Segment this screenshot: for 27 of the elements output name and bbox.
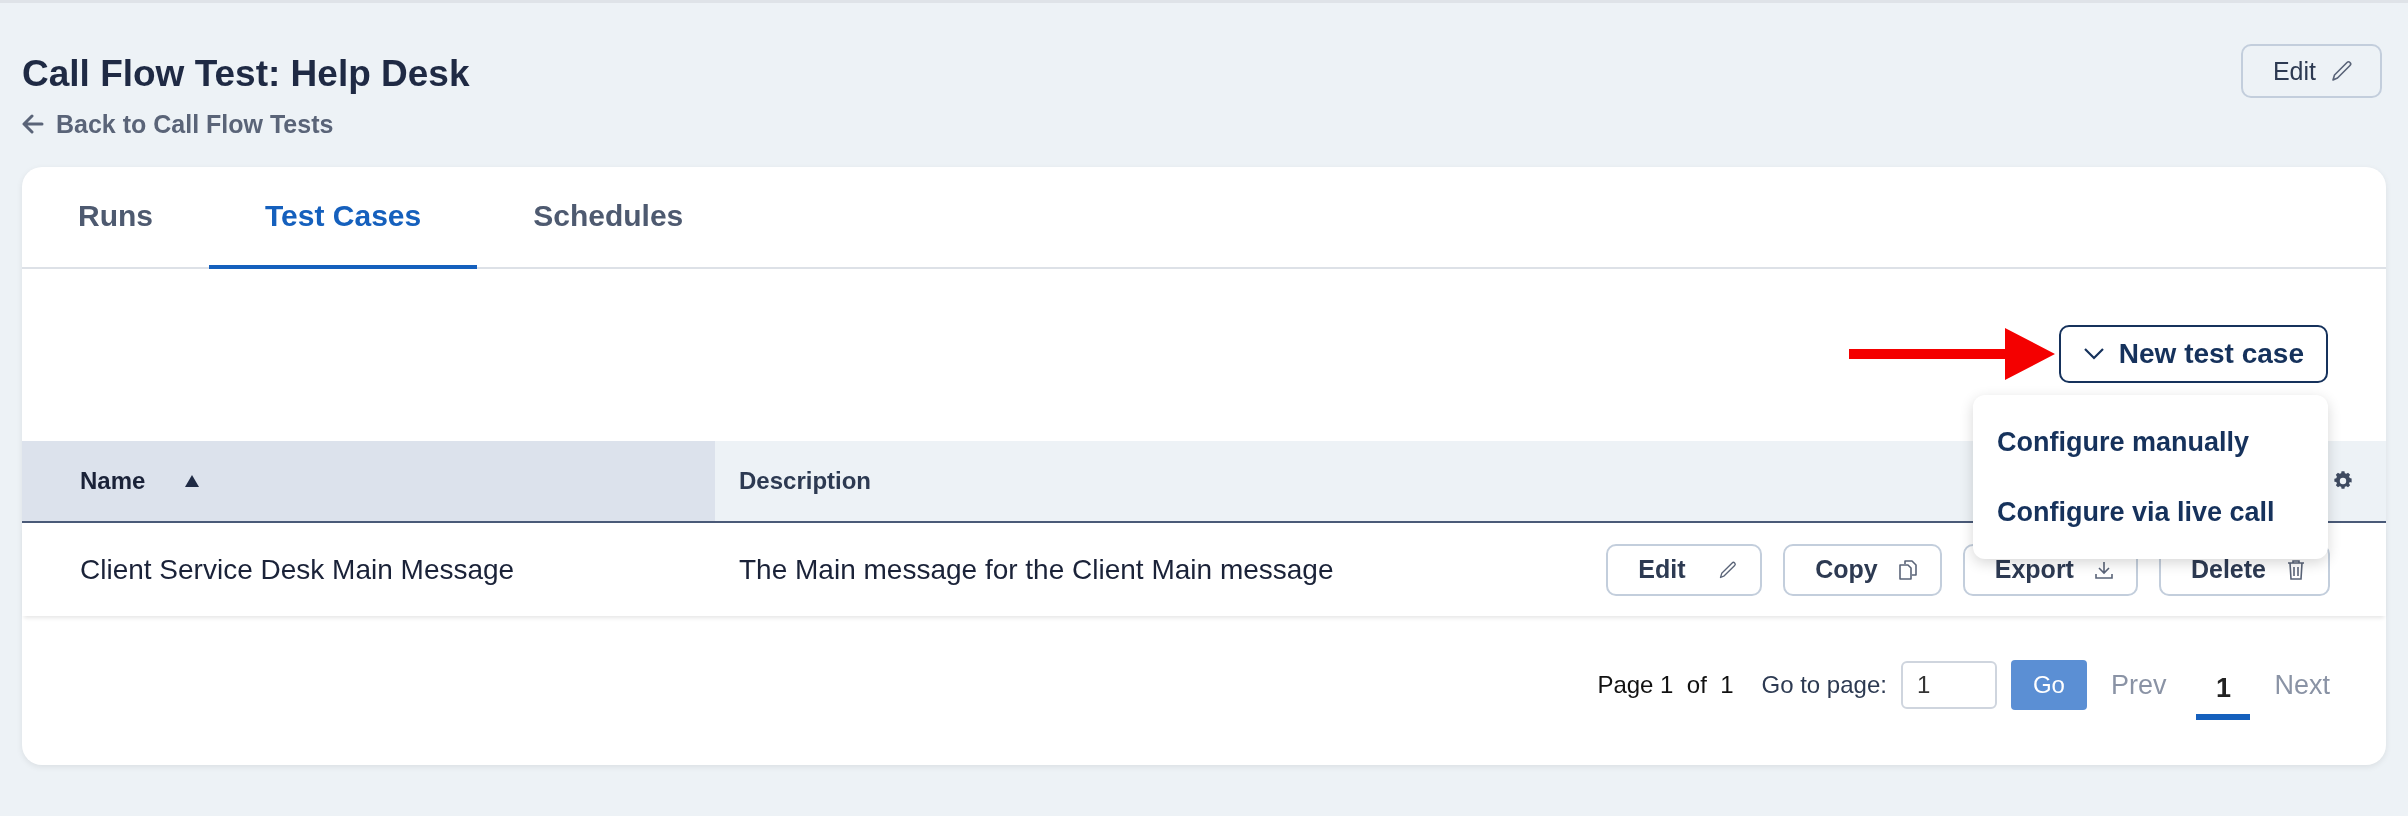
tab[interactable]: Schedules <box>477 167 740 269</box>
back-link[interactable]: Back to Call Flow Tests <box>22 108 470 140</box>
table-cell-text: Client Service Desk Main Message <box>79 553 516 586</box>
edit-button[interactable]: Edit <box>2240 44 2382 98</box>
page-input[interactable]: 1 <box>1900 661 1997 709</box>
download-icon <box>2093 559 2114 580</box>
go-to-page-label: Go to page: <box>1761 671 1887 699</box>
page-count: Page 1 of 1 <box>1597 671 1734 699</box>
pencil-icon <box>1718 559 1739 580</box>
column-header[interactable]: Name <box>22 441 715 521</box>
arrow-left-icon <box>22 114 44 134</box>
row-action-button[interactable]: Edit <box>1606 543 1763 596</box>
table-cell-text: The Main message for the Client Main message <box>738 553 1334 586</box>
column-header[interactable]: Description <box>715 441 1339 521</box>
row-action-button[interactable]: Copy <box>1783 543 1942 596</box>
trash-icon <box>2286 558 2306 581</box>
sort-ascending-icon <box>185 475 200 487</box>
copy-icon <box>1897 558 1918 581</box>
new-test-case-button[interactable]: New test case <box>2058 325 2328 383</box>
chevron-down-icon <box>2082 347 2105 361</box>
settings-icon[interactable] <box>2332 470 2354 492</box>
tab[interactable]: Test Cases <box>209 167 478 269</box>
menu-item[interactable]: Configure manually <box>1973 407 2328 477</box>
tab[interactable]: Runs <box>22 167 209 269</box>
page-title: Call Flow Test: Help Desk <box>22 52 470 96</box>
pencil-icon <box>2330 59 2354 83</box>
page-number[interactable]: 1 <box>2196 664 2251 720</box>
